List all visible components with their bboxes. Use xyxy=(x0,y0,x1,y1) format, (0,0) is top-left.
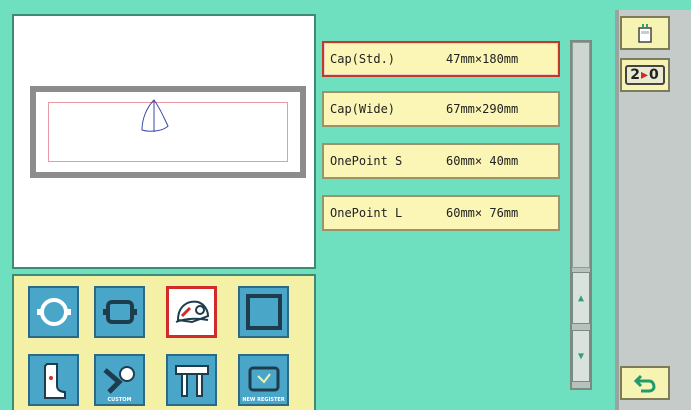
new-register-frame-button[interactable]: NEW REGISTER xyxy=(238,354,289,406)
chevron-down-icon: ▼ xyxy=(577,350,585,362)
large-square-hoop-button[interactable] xyxy=(238,286,289,338)
head-select-button[interactable]: 2▸0 xyxy=(620,58,670,92)
frame-list-item-cap-std[interactable]: Cap(Std.) 47mm×180mm xyxy=(322,41,560,77)
tubular-frame-icon xyxy=(174,365,209,397)
machine-status-icon xyxy=(638,24,652,43)
round-hoop-icon xyxy=(36,298,71,326)
frame-list-item-onepoint-l[interactable]: OnePoint L 60mm× 76mm xyxy=(322,195,560,231)
head-badge: 2▸0 xyxy=(625,65,665,85)
square-hoop-button[interactable] xyxy=(94,286,145,338)
frame-name: Cap(Std.) xyxy=(330,52,396,66)
custom-label: CUSTOM xyxy=(107,397,132,403)
custom-frame-icon xyxy=(102,366,135,394)
cap-frame-button[interactable] xyxy=(166,286,217,338)
head-badge-left: 2 xyxy=(630,67,641,83)
square-hoop-icon xyxy=(102,300,137,324)
frame-size: 60mm× 76mm xyxy=(446,206,519,220)
cap-frame-preview xyxy=(30,86,306,178)
scroll-up-button[interactable]: ▲ xyxy=(572,272,590,324)
return-button[interactable] xyxy=(620,366,670,400)
frame-size: 60mm× 40mm xyxy=(446,154,519,168)
cap-frame-icon xyxy=(175,300,209,324)
boot-frame-button[interactable] xyxy=(28,354,79,406)
frame-list-item-cap-wide[interactable]: Cap(Wide) 67mm×290mm xyxy=(322,91,560,127)
frame-name: Cap(Wide) xyxy=(330,102,396,116)
new-register-frame-icon xyxy=(248,366,279,392)
machine-status-button[interactable] xyxy=(620,16,670,50)
frame-name: OnePoint L xyxy=(330,206,403,220)
return-arrow-icon xyxy=(633,374,656,393)
frame-type-panel: CUSTOM NEW REGISTER xyxy=(12,274,316,410)
scroll-down-button[interactable]: ▼ xyxy=(572,330,590,382)
arrow-icon: ▸ xyxy=(640,67,650,83)
frame-list-item-onepoint-s[interactable]: OnePoint S 60mm× 40mm xyxy=(322,143,560,179)
frame-name: OnePoint S xyxy=(330,154,403,168)
frame-size: 67mm×290mm xyxy=(446,102,519,116)
frame-size: 47mm×180mm xyxy=(446,52,519,66)
boot-frame-icon xyxy=(43,363,66,399)
head-badge-right: 0 xyxy=(649,67,660,83)
frame-select-screen: CUSTOM NEW REGISTER Cap(Std.) 47mm×180mm… xyxy=(0,0,691,410)
chevron-up-icon: ▲ xyxy=(577,292,585,304)
design-preview-panel xyxy=(12,14,316,269)
tubular-frame-button[interactable] xyxy=(166,354,217,406)
scrollbar-thumb[interactable] xyxy=(572,42,590,268)
new-register-label: NEW REGISTER xyxy=(242,397,285,403)
design-outline-icon xyxy=(141,99,169,132)
custom-frame-button[interactable]: CUSTOM xyxy=(94,354,145,406)
large-square-hoop-icon xyxy=(245,294,282,330)
frame-inner-area xyxy=(36,92,300,172)
round-hoop-button[interactable] xyxy=(28,286,79,338)
